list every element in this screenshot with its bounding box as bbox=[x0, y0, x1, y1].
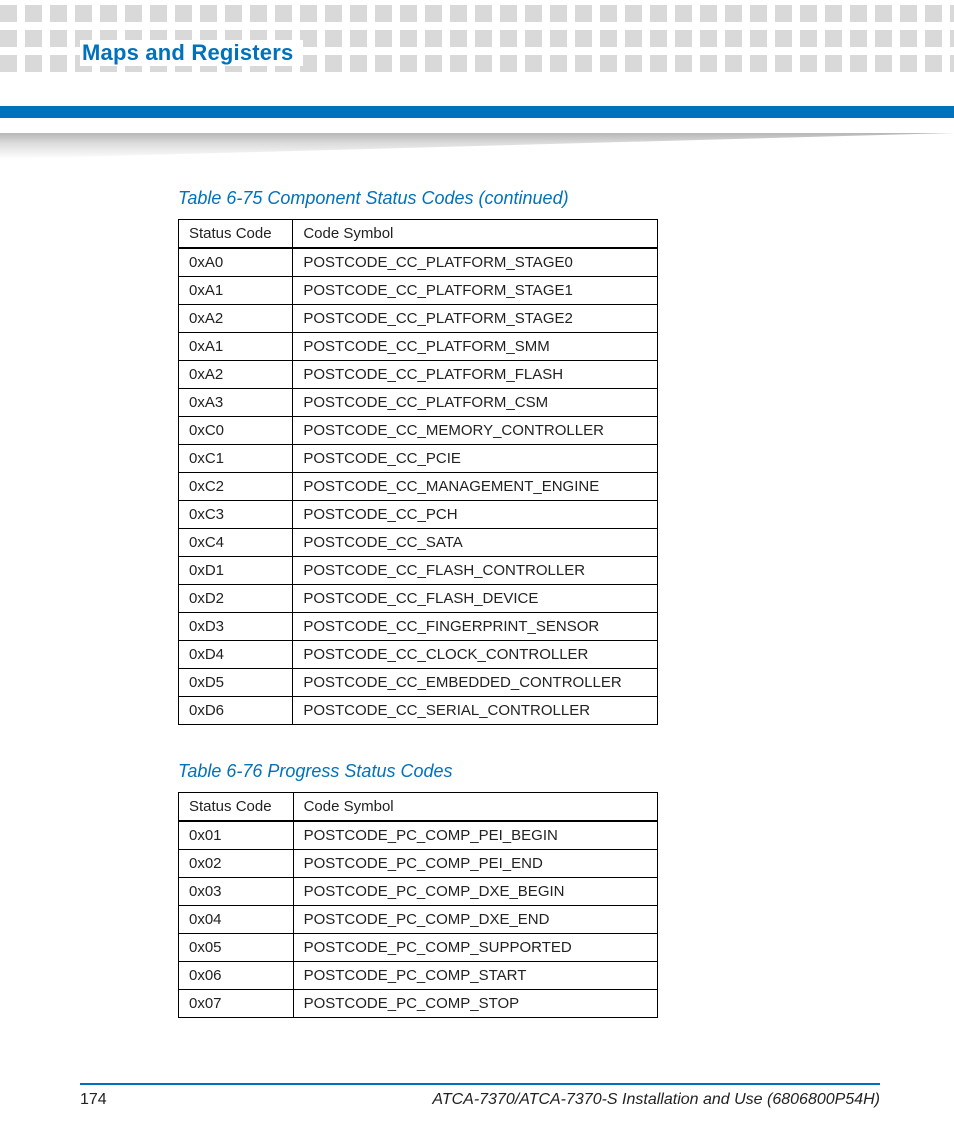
table-row: 0x07POSTCODE_PC_COMP_STOP bbox=[179, 990, 658, 1018]
code-symbol-cell: POSTCODE_CC_MEMORY_CONTROLLER bbox=[293, 417, 658, 445]
code-symbol-cell: POSTCODE_PC_COMP_DXE_END bbox=[293, 906, 657, 934]
status-code-cell: 0xD1 bbox=[179, 557, 293, 585]
table-row: 0x06POSTCODE_PC_COMP_START bbox=[179, 962, 658, 990]
table-row: 0xA2POSTCODE_CC_PLATFORM_FLASH bbox=[179, 361, 658, 389]
code-symbol-cell: POSTCODE_CC_MANAGEMENT_ENGINE bbox=[293, 473, 658, 501]
status-code-cell: 0xA0 bbox=[179, 248, 293, 277]
code-symbol-cell: POSTCODE_CC_FLASH_DEVICE bbox=[293, 585, 658, 613]
table-row: 0xD3POSTCODE_CC_FINGERPRINT_SENSOR bbox=[179, 613, 658, 641]
status-code-cell: 0x03 bbox=[179, 878, 294, 906]
table-row: 0xA3POSTCODE_CC_PLATFORM_CSM bbox=[179, 389, 658, 417]
table-row: 0x01POSTCODE_PC_COMP_PEI_BEGIN bbox=[179, 821, 658, 850]
code-symbol-cell: POSTCODE_CC_FLASH_CONTROLLER bbox=[293, 557, 658, 585]
col-status-code: Status Code bbox=[179, 793, 294, 822]
table-row: 0xA2POSTCODE_CC_PLATFORM_STAGE2 bbox=[179, 305, 658, 333]
table-row: 0xC2POSTCODE_CC_MANAGEMENT_ENGINE bbox=[179, 473, 658, 501]
code-symbol-cell: POSTCODE_PC_COMP_PEI_END bbox=[293, 850, 657, 878]
table-row: 0xA0POSTCODE_CC_PLATFORM_STAGE0 bbox=[179, 248, 658, 277]
header-gradient-triangle bbox=[0, 133, 954, 159]
status-code-cell: 0xC2 bbox=[179, 473, 293, 501]
status-code-cell: 0xD4 bbox=[179, 641, 293, 669]
col-status-code: Status Code bbox=[179, 220, 293, 249]
page-footer: 174 ATCA-7370/ATCA-7370-S Installation a… bbox=[80, 1083, 880, 1109]
table-caption-6-75: Table 6-75 Component Status Codes (conti… bbox=[178, 188, 878, 209]
status-code-cell: 0x02 bbox=[179, 850, 294, 878]
page-content: Table 6-75 Component Status Codes (conti… bbox=[178, 180, 878, 1018]
section-title: Maps and Registers bbox=[80, 40, 303, 66]
col-code-symbol: Code Symbol bbox=[293, 220, 658, 249]
status-code-cell: 0x01 bbox=[179, 821, 294, 850]
code-symbol-cell: POSTCODE_CC_PLATFORM_FLASH bbox=[293, 361, 658, 389]
code-symbol-cell: POSTCODE_CC_PLATFORM_CSM bbox=[293, 389, 658, 417]
table-row: 0x02POSTCODE_PC_COMP_PEI_END bbox=[179, 850, 658, 878]
status-code-cell: 0x04 bbox=[179, 906, 294, 934]
status-code-cell: 0xC3 bbox=[179, 501, 293, 529]
table-row: 0xC0POSTCODE_CC_MEMORY_CONTROLLER bbox=[179, 417, 658, 445]
status-code-cell: 0xD5 bbox=[179, 669, 293, 697]
table-row: 0xD1POSTCODE_CC_FLASH_CONTROLLER bbox=[179, 557, 658, 585]
status-code-cell: 0xC4 bbox=[179, 529, 293, 557]
status-code-cell: 0xA2 bbox=[179, 305, 293, 333]
code-symbol-cell: POSTCODE_CC_SERIAL_CONTROLLER bbox=[293, 697, 658, 725]
table-caption-6-76: Table 6-76 Progress Status Codes bbox=[178, 761, 878, 782]
code-symbol-cell: POSTCODE_CC_PLATFORM_STAGE1 bbox=[293, 277, 658, 305]
status-code-cell: 0x06 bbox=[179, 962, 294, 990]
status-code-cell: 0xC0 bbox=[179, 417, 293, 445]
status-code-cell: 0xD2 bbox=[179, 585, 293, 613]
table-row: 0xC1POSTCODE_CC_PCIE bbox=[179, 445, 658, 473]
document-title: ATCA-7370/ATCA-7370-S Installation and U… bbox=[432, 1091, 880, 1109]
code-symbol-cell: POSTCODE_CC_PLATFORM_STAGE0 bbox=[293, 248, 658, 277]
status-code-cell: 0x07 bbox=[179, 990, 294, 1018]
table-row: 0x04POSTCODE_PC_COMP_DXE_END bbox=[179, 906, 658, 934]
progress-status-codes-table: Status Code Code Symbol 0x01POSTCODE_PC_… bbox=[178, 792, 658, 1018]
table-row: 0xD2POSTCODE_CC_FLASH_DEVICE bbox=[179, 585, 658, 613]
table-row: 0x03POSTCODE_PC_COMP_DXE_BEGIN bbox=[179, 878, 658, 906]
code-symbol-cell: POSTCODE_CC_PLATFORM_STAGE2 bbox=[293, 305, 658, 333]
code-symbol-cell: POSTCODE_PC_COMP_STOP bbox=[293, 990, 657, 1018]
code-symbol-cell: POSTCODE_CC_SATA bbox=[293, 529, 658, 557]
col-code-symbol: Code Symbol bbox=[293, 793, 657, 822]
code-symbol-cell: POSTCODE_CC_PCH bbox=[293, 501, 658, 529]
table-row: 0xD6POSTCODE_CC_SERIAL_CONTROLLER bbox=[179, 697, 658, 725]
header-blue-bar bbox=[0, 106, 954, 118]
code-symbol-cell: POSTCODE_PC_COMP_START bbox=[293, 962, 657, 990]
page-number: 174 bbox=[80, 1091, 107, 1109]
component-status-codes-table: Status Code Code Symbol 0xA0POSTCODE_CC_… bbox=[178, 219, 658, 725]
table-row: 0xD4POSTCODE_CC_CLOCK_CONTROLLER bbox=[179, 641, 658, 669]
code-symbol-cell: POSTCODE_PC_COMP_PEI_BEGIN bbox=[293, 821, 657, 850]
code-symbol-cell: POSTCODE_CC_PLATFORM_SMM bbox=[293, 333, 658, 361]
table-row: 0xA1POSTCODE_CC_PLATFORM_SMM bbox=[179, 333, 658, 361]
status-code-cell: 0xC1 bbox=[179, 445, 293, 473]
status-code-cell: 0xA1 bbox=[179, 277, 293, 305]
table-row: 0xC4POSTCODE_CC_SATA bbox=[179, 529, 658, 557]
code-symbol-cell: POSTCODE_CC_CLOCK_CONTROLLER bbox=[293, 641, 658, 669]
code-symbol-cell: POSTCODE_CC_PCIE bbox=[293, 445, 658, 473]
status-code-cell: 0xD6 bbox=[179, 697, 293, 725]
status-code-cell: 0x05 bbox=[179, 934, 294, 962]
footer-rule bbox=[80, 1083, 880, 1085]
code-symbol-cell: POSTCODE_PC_COMP_SUPPORTED bbox=[293, 934, 657, 962]
status-code-cell: 0xA1 bbox=[179, 333, 293, 361]
table-row: 0xD5POSTCODE_CC_EMBEDDED_CONTROLLER bbox=[179, 669, 658, 697]
table-header-row: Status Code Code Symbol bbox=[179, 220, 658, 249]
code-symbol-cell: POSTCODE_CC_EMBEDDED_CONTROLLER bbox=[293, 669, 658, 697]
table-row: 0x05POSTCODE_PC_COMP_SUPPORTED bbox=[179, 934, 658, 962]
table-row: 0xA1POSTCODE_CC_PLATFORM_STAGE1 bbox=[179, 277, 658, 305]
table-header-row: Status Code Code Symbol bbox=[179, 793, 658, 822]
status-code-cell: 0xA3 bbox=[179, 389, 293, 417]
code-symbol-cell: POSTCODE_PC_COMP_DXE_BEGIN bbox=[293, 878, 657, 906]
status-code-cell: 0xD3 bbox=[179, 613, 293, 641]
status-code-cell: 0xA2 bbox=[179, 361, 293, 389]
table-row: 0xC3POSTCODE_CC_PCH bbox=[179, 501, 658, 529]
code-symbol-cell: POSTCODE_CC_FINGERPRINT_SENSOR bbox=[293, 613, 658, 641]
